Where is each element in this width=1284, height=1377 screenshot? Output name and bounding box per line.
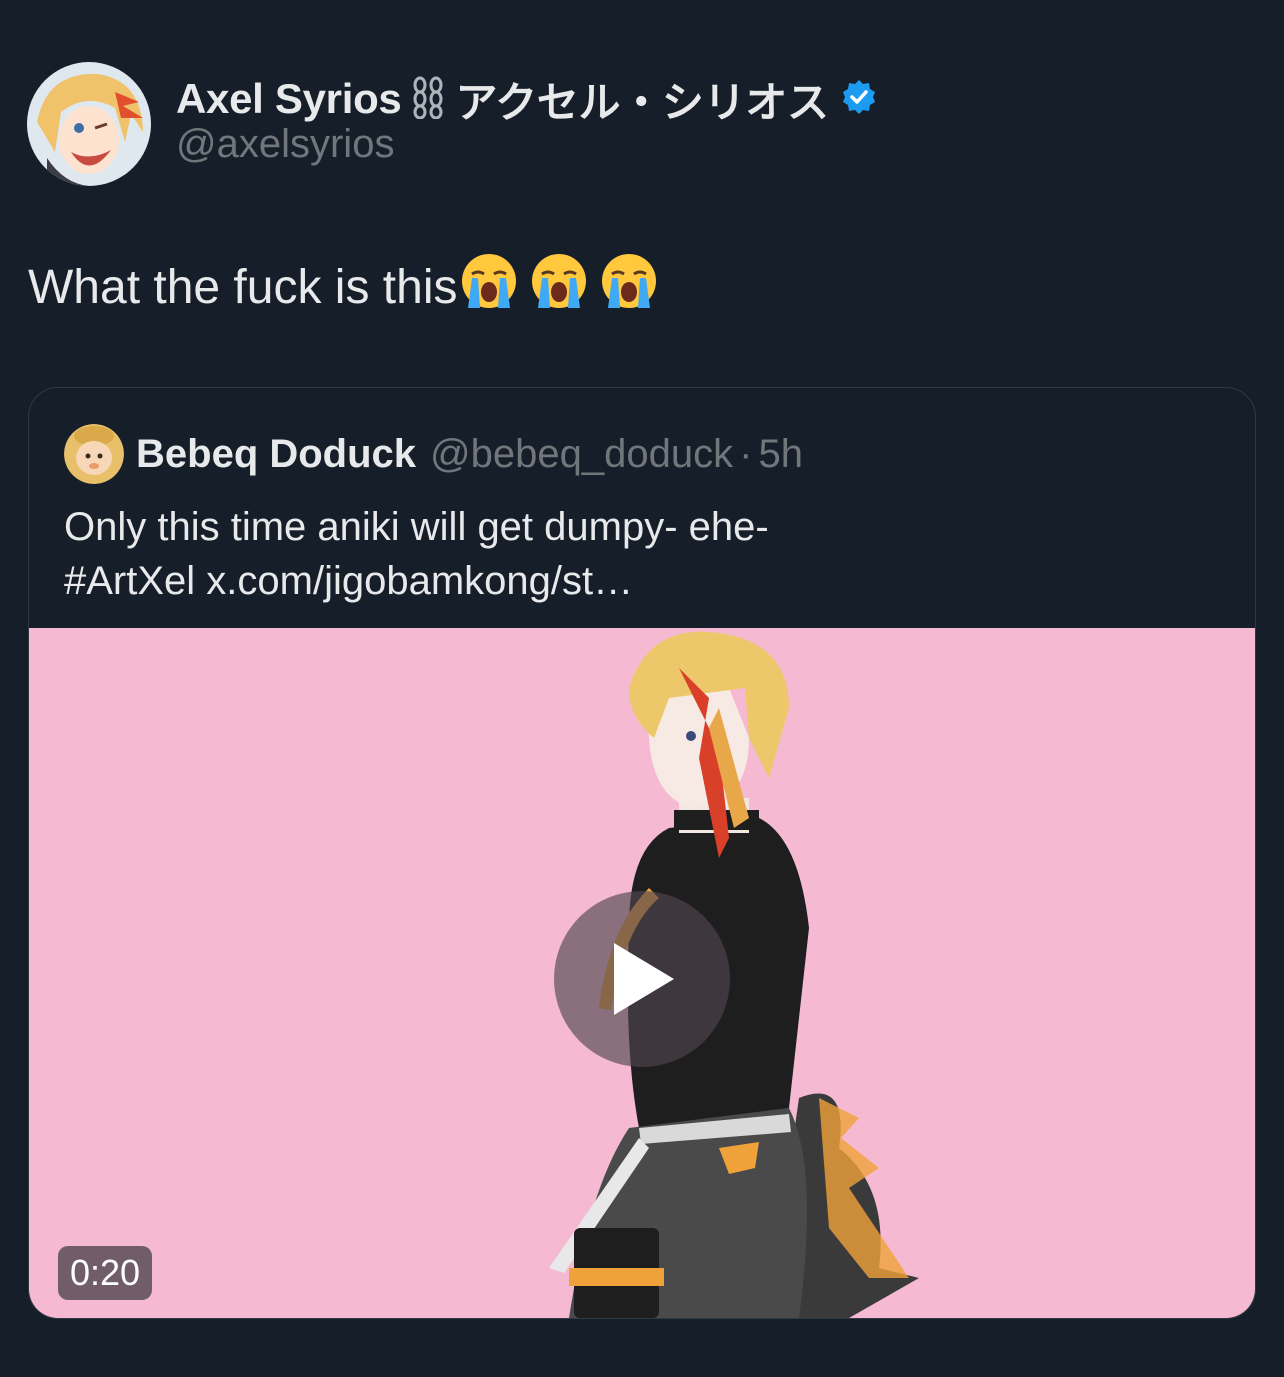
quoted-tweet-text-line-1: Only this time aniki will get dumpy- ehe… [64, 505, 769, 549]
loudly-crying-face-emoji-3 [600, 252, 658, 322]
quoted-author-display-name[interactable]: Bebeq Doduck [136, 432, 416, 477]
separator-dot: · [739, 431, 753, 476]
quoted-author-avatar[interactable] [64, 424, 124, 484]
quoted-author-handle[interactable]: @bebeq_doduck [430, 432, 733, 477]
quoted-tweet-text-line-2[interactable]: #ArtXel x.com/jigobamkong/st… [64, 554, 769, 608]
display-name-line[interactable]: Axel Syrios アクセル・シリオス [176, 72, 877, 126]
tweet-author-row: Axel Syrios アクセル・シリオス @axelsyrios [27, 62, 877, 186]
play-icon [614, 943, 674, 1015]
chain-link-icon [406, 75, 450, 124]
video-duration-badge: 0:20 [58, 1246, 153, 1300]
tweet-body: What the fuck is this [28, 260, 458, 314]
author-avatar[interactable] [27, 62, 151, 186]
tweet-text: What the fuck is this [28, 252, 670, 322]
author-names: Axel Syrios アクセル・シリオス @axelsyrios [176, 72, 877, 167]
author-display-name-suffix[interactable]: アクセル・シリオス [456, 69, 830, 130]
quoted-tweet-video[interactable]: 0:20 [29, 628, 1255, 1318]
emoji-group [460, 252, 670, 322]
quoted-tweet-card[interactable]: Bebeq Doduck @bebeq_doduck · 5h Only thi… [28, 387, 1256, 1319]
tweet-detail: Axel Syrios アクセル・シリオス @axelsyrios What t… [0, 0, 1284, 1377]
verified-badge-icon[interactable] [841, 79, 877, 120]
loudly-crying-face-emoji-2 [530, 252, 588, 322]
quoted-tweet-text: Only this time aniki will get dumpy- ehe… [64, 500, 769, 608]
author-display-name[interactable]: Axel Syrios [176, 75, 402, 123]
quoted-tweet-header: Bebeq Doduck @bebeq_doduck · 5h [64, 424, 803, 484]
quoted-tweet-timestamp[interactable]: 5h [758, 432, 803, 477]
loudly-crying-face-emoji-1 [460, 252, 518, 322]
play-button[interactable] [554, 891, 730, 1067]
